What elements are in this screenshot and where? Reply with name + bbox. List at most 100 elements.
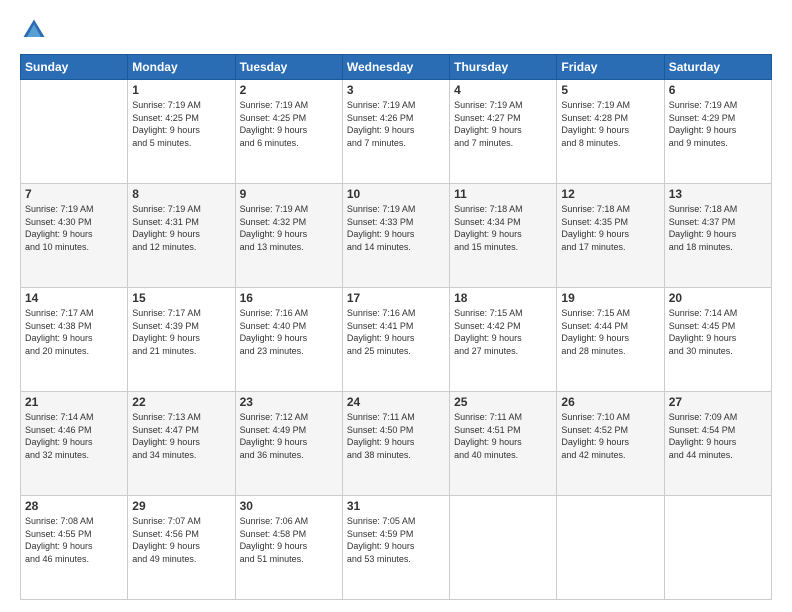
day-number: 27 [669, 395, 767, 409]
day-number: 11 [454, 187, 552, 201]
calendar-cell: 9Sunrise: 7:19 AM Sunset: 4:32 PM Daylig… [235, 184, 342, 288]
day-info: Sunrise: 7:19 AM Sunset: 4:25 PM Dayligh… [240, 99, 338, 149]
day-info: Sunrise: 7:15 AM Sunset: 4:44 PM Dayligh… [561, 307, 659, 357]
col-wednesday: Wednesday [342, 55, 449, 80]
logo [20, 16, 52, 44]
day-number: 13 [669, 187, 767, 201]
col-saturday: Saturday [664, 55, 771, 80]
calendar-cell: 21 Sunrise: 7:14 AM Sunset: 4:46 PM Dayli… [21, 392, 128, 496]
day-info: Sunrise: 7:19 AM Sunset: 4:25 PM Dayligh… [132, 99, 230, 149]
day-number: 20 [669, 291, 767, 305]
day-number: 14 [25, 291, 123, 305]
week-row-1: 1 Sunrise: 7:19 AM Sunset: 4:25 PM Daylig… [21, 80, 772, 184]
calendar-cell [21, 80, 128, 184]
day-number: 8 [132, 187, 230, 201]
day-number: 1 [132, 83, 230, 97]
calendar-cell: 26 Sunrise: 7:10 AM Sunset: 4:52 PM Dayli… [557, 392, 664, 496]
calendar-cell: 20 Sunrise: 7:14 AM Sunset: 4:45 PM Dayli… [664, 288, 771, 392]
day-info: Sunrise: 7:06 AM Sunset: 4:58 PM Dayligh… [240, 515, 338, 565]
day-number: 15 [132, 291, 230, 305]
day-info: Sunrise: 7:16 AM Sunset: 4:40 PM Dayligh… [240, 307, 338, 357]
day-number: 30 [240, 499, 338, 513]
header-row: Sunday Monday Tuesday Wednesday Thursday… [21, 55, 772, 80]
day-number: 26 [561, 395, 659, 409]
calendar-cell: 19Sunrise: 7:15 AM Sunset: 4:44 PM Dayli… [557, 288, 664, 392]
day-info: Sunrise: 7:14 AM Sunset: 4:46 PM Dayligh… [25, 411, 123, 461]
day-info: Sunrise: 7:19 AM Sunset: 4:30 PM Dayligh… [25, 203, 123, 253]
day-number: 5 [561, 83, 659, 97]
week-row-3: 14 Sunrise: 7:17 AM Sunset: 4:38 PM Dayli… [21, 288, 772, 392]
calendar-cell: 17 Sunrise: 7:16 AM Sunset: 4:41 PM Dayli… [342, 288, 449, 392]
calendar-cell: 16 Sunrise: 7:16 AM Sunset: 4:40 PM Dayli… [235, 288, 342, 392]
calendar-cell: 29 Sunrise: 7:07 AM Sunset: 4:56 PM Dayli… [128, 496, 235, 600]
day-number: 4 [454, 83, 552, 97]
calendar-cell [450, 496, 557, 600]
calendar-cell: 10 Sunrise: 7:19 AM Sunset: 4:33 PM Dayli… [342, 184, 449, 288]
day-info: Sunrise: 7:09 AM Sunset: 4:54 PM Dayligh… [669, 411, 767, 461]
day-number: 9 [240, 187, 338, 201]
calendar-cell: 24Sunrise: 7:11 AM Sunset: 4:50 PM Dayli… [342, 392, 449, 496]
day-info: Sunrise: 7:16 AM Sunset: 4:41 PM Dayligh… [347, 307, 445, 357]
day-info: Sunrise: 7:12 AM Sunset: 4:49 PM Dayligh… [240, 411, 338, 461]
calendar-cell: 30 Sunrise: 7:06 AM Sunset: 4:58 PM Dayli… [235, 496, 342, 600]
day-number: 23 [240, 395, 338, 409]
day-number: 10 [347, 187, 445, 201]
header [20, 16, 772, 44]
calendar-cell: 27 Sunrise: 7:09 AM Sunset: 4:54 PM Dayli… [664, 392, 771, 496]
day-info: Sunrise: 7:07 AM Sunset: 4:56 PM Dayligh… [132, 515, 230, 565]
day-number: 2 [240, 83, 338, 97]
day-number: 31 [347, 499, 445, 513]
day-number: 29 [132, 499, 230, 513]
page: Sunday Monday Tuesday Wednesday Thursday… [0, 0, 792, 612]
day-number: 25 [454, 395, 552, 409]
calendar-cell: 6 Sunrise: 7:19 AM Sunset: 4:29 PM Daylig… [664, 80, 771, 184]
col-tuesday: Tuesday [235, 55, 342, 80]
calendar-cell: 11 Sunrise: 7:18 AM Sunset: 4:34 PM Dayli… [450, 184, 557, 288]
day-number: 18 [454, 291, 552, 305]
calendar-cell: 7 Sunrise: 7:19 AM Sunset: 4:30 PM Daylig… [21, 184, 128, 288]
week-row-4: 21 Sunrise: 7:14 AM Sunset: 4:46 PM Dayli… [21, 392, 772, 496]
week-row-5: 28 Sunrise: 7:08 AM Sunset: 4:55 PM Dayli… [21, 496, 772, 600]
day-number: 16 [240, 291, 338, 305]
calendar-cell: 3 Sunrise: 7:19 AM Sunset: 4:26 PM Daylig… [342, 80, 449, 184]
day-info: Sunrise: 7:11 AM Sunset: 4:51 PM Dayligh… [454, 411, 552, 461]
day-number: 7 [25, 187, 123, 201]
calendar-cell: 5Sunrise: 7:19 AM Sunset: 4:28 PM Daylig… [557, 80, 664, 184]
col-sunday: Sunday [21, 55, 128, 80]
calendar-cell: 13 Sunrise: 7:18 AM Sunset: 4:37 PM Dayli… [664, 184, 771, 288]
calendar-cell [557, 496, 664, 600]
day-info: Sunrise: 7:18 AM Sunset: 4:37 PM Dayligh… [669, 203, 767, 253]
day-info: Sunrise: 7:19 AM Sunset: 4:33 PM Dayligh… [347, 203, 445, 253]
day-info: Sunrise: 7:08 AM Sunset: 4:55 PM Dayligh… [25, 515, 123, 565]
day-info: Sunrise: 7:17 AM Sunset: 4:38 PM Dayligh… [25, 307, 123, 357]
calendar-cell: 22 Sunrise: 7:13 AM Sunset: 4:47 PM Dayli… [128, 392, 235, 496]
calendar-cell: 31 Sunrise: 7:05 AM Sunset: 4:59 PM Dayli… [342, 496, 449, 600]
day-info: Sunrise: 7:14 AM Sunset: 4:45 PM Dayligh… [669, 307, 767, 357]
calendar-cell: 14 Sunrise: 7:17 AM Sunset: 4:38 PM Dayli… [21, 288, 128, 392]
day-number: 21 [25, 395, 123, 409]
day-number: 24 [347, 395, 445, 409]
calendar-cell: 8Sunrise: 7:19 AM Sunset: 4:31 PM Daylig… [128, 184, 235, 288]
calendar-cell: 23 Sunrise: 7:12 AM Sunset: 4:49 PM Dayli… [235, 392, 342, 496]
day-info: Sunrise: 7:19 AM Sunset: 4:27 PM Dayligh… [454, 99, 552, 149]
day-info: Sunrise: 7:10 AM Sunset: 4:52 PM Dayligh… [561, 411, 659, 461]
day-info: Sunrise: 7:15 AM Sunset: 4:42 PM Dayligh… [454, 307, 552, 357]
day-number: 17 [347, 291, 445, 305]
day-number: 12 [561, 187, 659, 201]
day-number: 6 [669, 83, 767, 97]
col-thursday: Thursday [450, 55, 557, 80]
calendar-cell: 15Sunrise: 7:17 AM Sunset: 4:39 PM Dayli… [128, 288, 235, 392]
calendar-cell: 25 Sunrise: 7:11 AM Sunset: 4:51 PM Dayli… [450, 392, 557, 496]
day-number: 22 [132, 395, 230, 409]
day-info: Sunrise: 7:18 AM Sunset: 4:34 PM Dayligh… [454, 203, 552, 253]
logo-icon [20, 16, 48, 44]
day-number: 28 [25, 499, 123, 513]
day-info: Sunrise: 7:19 AM Sunset: 4:26 PM Dayligh… [347, 99, 445, 149]
day-info: Sunrise: 7:19 AM Sunset: 4:29 PM Dayligh… [669, 99, 767, 149]
week-row-2: 7 Sunrise: 7:19 AM Sunset: 4:30 PM Daylig… [21, 184, 772, 288]
day-info: Sunrise: 7:05 AM Sunset: 4:59 PM Dayligh… [347, 515, 445, 565]
calendar-cell: 18 Sunrise: 7:15 AM Sunset: 4:42 PM Dayli… [450, 288, 557, 392]
day-number: 3 [347, 83, 445, 97]
calendar-cell: 4 Sunrise: 7:19 AM Sunset: 4:27 PM Daylig… [450, 80, 557, 184]
day-info: Sunrise: 7:13 AM Sunset: 4:47 PM Dayligh… [132, 411, 230, 461]
